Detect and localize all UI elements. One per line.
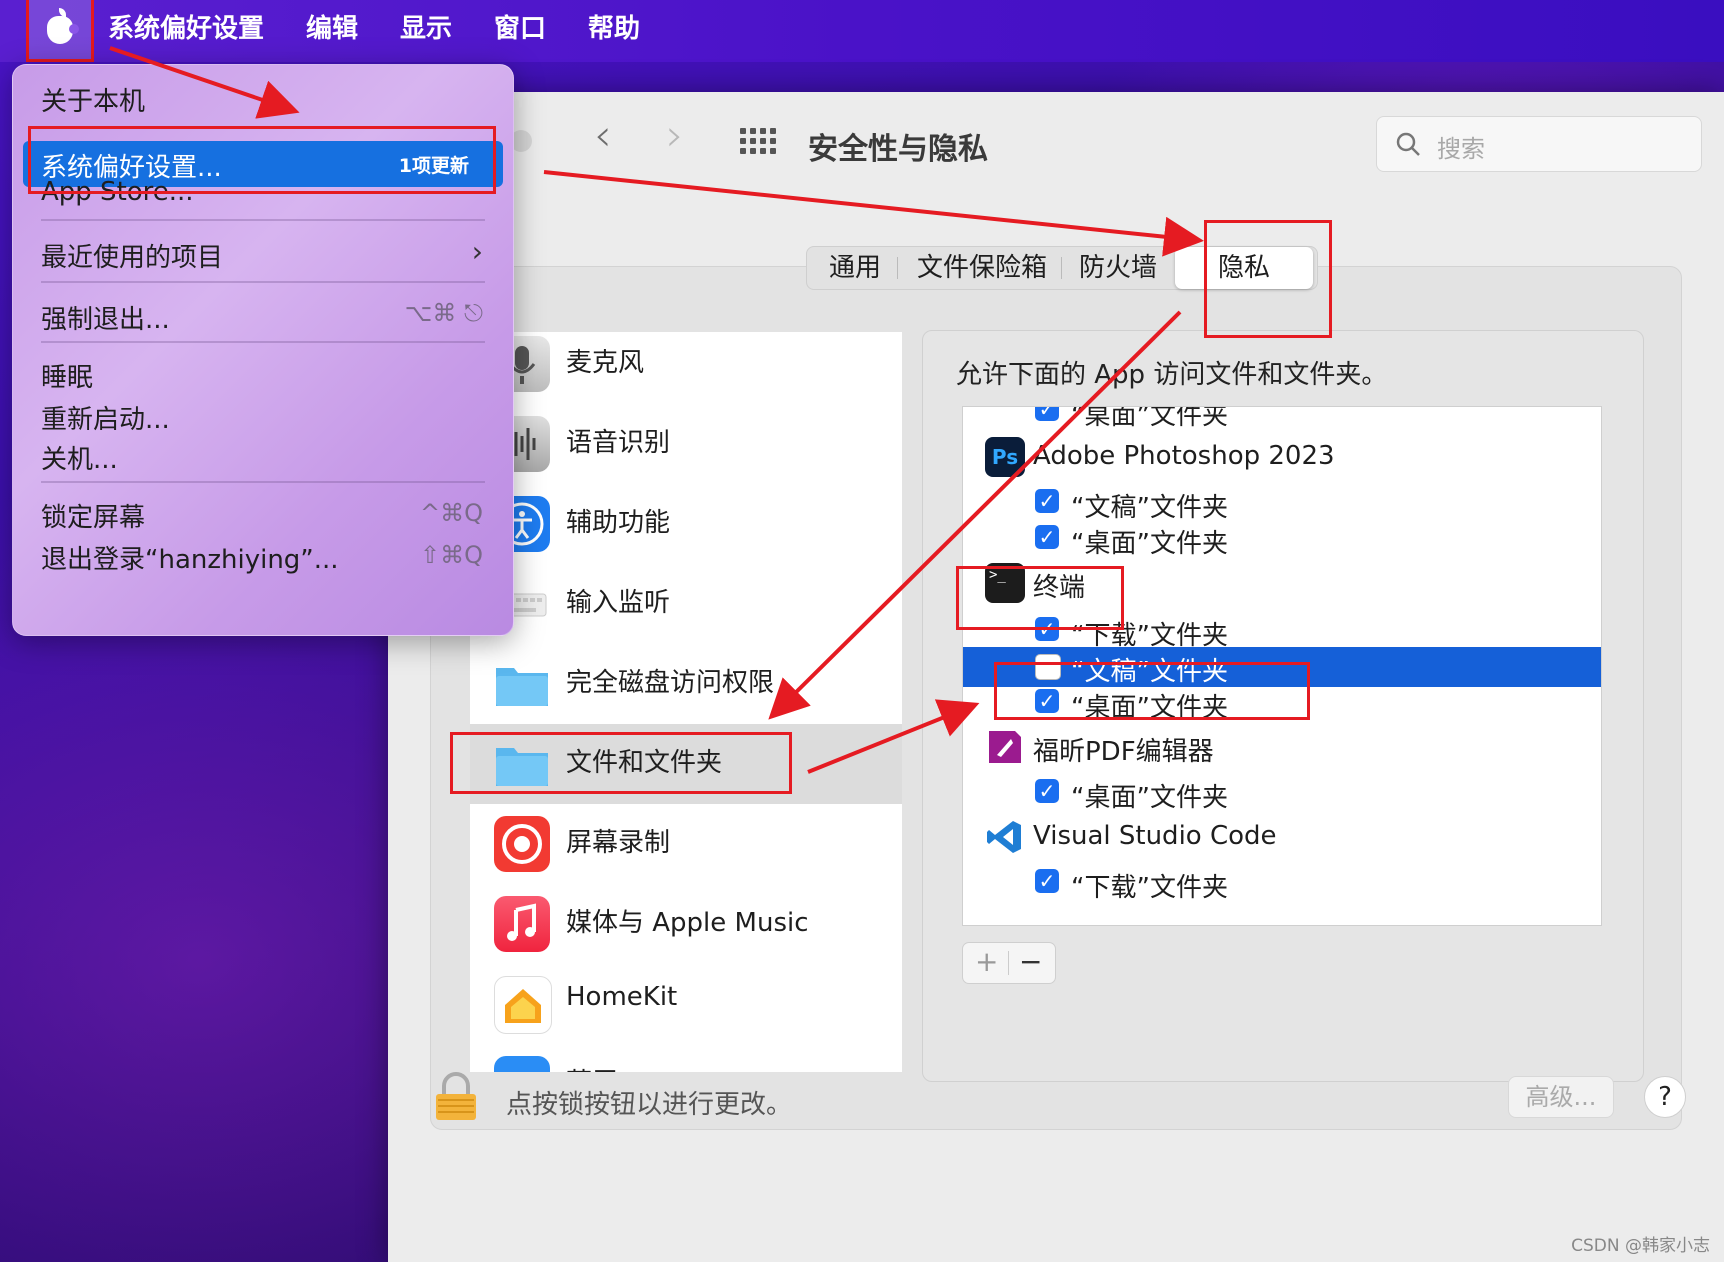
watermark: CSDN @韩家小志 xyxy=(1571,1236,1710,1256)
annotation-arrows xyxy=(109,46,1204,774)
